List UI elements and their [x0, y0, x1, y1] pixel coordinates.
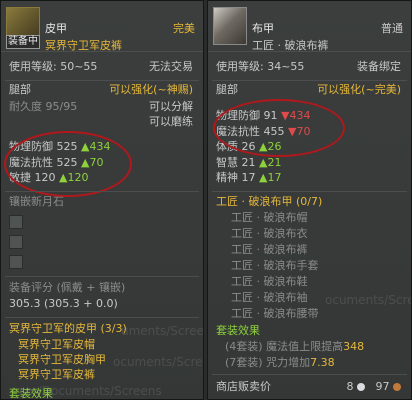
- divider: [5, 317, 199, 318]
- slot-row: 腿部 可以强化(~神赐): [9, 82, 193, 98]
- stat-row: 精神 17 ▲17: [216, 170, 401, 186]
- item-subtitle: 工匠 · 破浪布裤: [252, 39, 329, 52]
- stat-delta: ▲21: [259, 156, 282, 169]
- stat-row: 智慧 21 ▲21: [216, 155, 401, 171]
- set-effect-text: (4套装) 魔法值上限提高: [225, 340, 344, 353]
- stat-delta: ▲17: [259, 171, 282, 184]
- stat-label: 智慧: [216, 156, 238, 169]
- set-item: 工匠 · 破浪布帽: [231, 211, 308, 224]
- empty-socket: [9, 235, 23, 249]
- divider: [212, 80, 407, 81]
- stat-label: 精神: [216, 171, 238, 184]
- set-effect-value: 348: [343, 340, 365, 353]
- set-effect-label: 套装效果: [216, 324, 260, 337]
- silver-amount: 8: [346, 380, 354, 393]
- level-row: 使用等级: 50~55 无法交易: [9, 59, 193, 75]
- copper-coin-icon: [393, 383, 401, 391]
- divider: [5, 191, 199, 192]
- empty-socket: [9, 255, 23, 269]
- grind-row: 可以磨练: [9, 114, 193, 130]
- equipped-item-tooltip: 装备中 皮甲 冥界守卫军皮裤 完美 使用等级: 50~55 无法交易 腿部 可以…: [0, 0, 204, 400]
- socket-title: 镶嵌新月石: [9, 195, 64, 208]
- compare-item-tooltip: 布甲 工匠 · 破浪布裤 普通 使用等级: 34~55 装备绑定 腿部 可以强化…: [207, 0, 412, 400]
- trade-status: 无法交易: [149, 60, 193, 73]
- score-value: 305.3 (305.3 + 0.0): [9, 297, 118, 310]
- set-effect-text: (7套装) 咒力增加: [225, 356, 311, 369]
- stat-value: 21: [241, 156, 256, 169]
- bind-status: 装备绑定: [357, 60, 401, 73]
- slot-label: 腿部: [9, 83, 31, 96]
- durability-row: 耐久度 95/95 可以分解: [9, 99, 193, 115]
- set-effect: (7套装) 咒力增加7.38: [225, 355, 401, 371]
- set-item: 工匠 · 破浪布手套: [231, 259, 319, 272]
- durability-label: 耐久度 95/95: [9, 100, 78, 113]
- level-label: 使用等级: 34~55: [216, 60, 305, 73]
- watermark-text: uments/ScreenS: [121, 324, 204, 338]
- highlight-circle: [213, 99, 345, 157]
- set-item: 冥界守卫军皮裤: [18, 368, 95, 381]
- set-item: 冥界守卫军皮帽: [18, 338, 95, 351]
- level-row: 使用等级: 34~55 装备绑定: [216, 59, 401, 75]
- slot-label: 腿部: [216, 83, 238, 96]
- watermark-text: ser/Documents/Screens: [19, 384, 162, 398]
- set-effect-value: 7.38: [310, 356, 335, 369]
- sell-price-row: 商店贩卖价 8 97: [216, 379, 401, 395]
- cloth-pants-icon: [213, 7, 247, 45]
- item-name: 布甲: [252, 22, 274, 35]
- price: 8 97: [346, 379, 401, 395]
- set-item: 工匠 · 破浪布衣: [231, 227, 308, 240]
- watermark-text: ocuments/ScreenS: [113, 355, 203, 369]
- highlight-circle: [4, 131, 132, 197]
- divider: [212, 191, 407, 192]
- decompose-status: 可以分解: [149, 100, 193, 113]
- item-name: 皮甲: [45, 22, 67, 35]
- slot-row: 腿部 可以强化(~完美): [216, 82, 401, 98]
- set-title: 工匠 · 破浪布甲 (0/7): [216, 195, 323, 208]
- stat-value: 17: [241, 171, 256, 184]
- level-label: 使用等级: 50~55: [9, 60, 98, 73]
- item-subtitle: 冥界守卫军皮裤: [45, 39, 122, 52]
- enhance-status: 可以强化(~完美): [317, 83, 401, 96]
- item-quality: 普通: [381, 22, 403, 35]
- item-header: 装备中 皮甲 冥界守卫军皮裤 完美: [1, 1, 203, 52]
- empty-socket: [9, 215, 23, 229]
- item-header: 布甲 工匠 · 破浪布裤 普通: [208, 1, 411, 52]
- score-label: 装备评分 (佩戴 + 镶嵌): [9, 281, 126, 294]
- watermark-text: ocuments/Screer: [325, 293, 411, 307]
- copper-amount: 97: [375, 380, 390, 393]
- set-effect: (4套装) 魔法值上限提高348: [225, 339, 401, 355]
- grind-status: 可以磨练: [149, 115, 193, 128]
- set-item: 工匠 · 破浪布鞋: [231, 275, 308, 288]
- divider: [5, 80, 199, 81]
- divider: [212, 374, 407, 375]
- divider: [5, 276, 199, 277]
- sell-label: 商店贩卖价: [216, 380, 271, 393]
- equipped-badge: 装备中: [6, 35, 40, 49]
- item-quality: 完美: [173, 22, 195, 35]
- silver-coin-icon: [357, 383, 365, 391]
- set-item: 工匠 · 破浪布裤: [231, 243, 308, 256]
- set-item: 工匠 · 破浪布腰带: [231, 307, 319, 320]
- enhance-status: 可以强化(~神赐): [109, 83, 193, 96]
